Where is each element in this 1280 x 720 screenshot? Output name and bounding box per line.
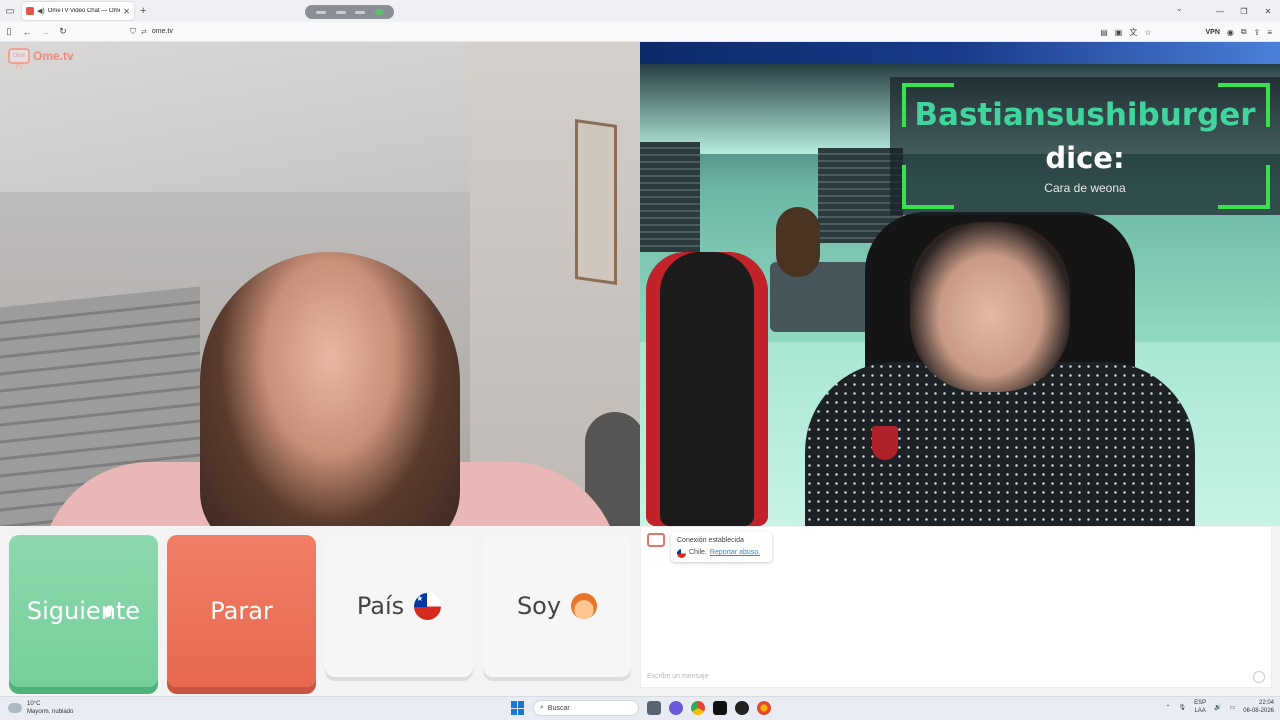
firefox-icon[interactable]: [757, 701, 771, 715]
weather-description: Mayorm. nublado: [27, 709, 74, 715]
capcut-icon[interactable]: [713, 701, 727, 715]
back-arrow-icon[interactable]: ←: [18, 27, 36, 37]
alert-says: dice:: [1045, 141, 1125, 175]
menu-icon[interactable]: ≡: [1267, 28, 1272, 37]
search-icon: ⌕: [540, 704, 544, 711]
windows-start-icon[interactable]: [511, 701, 525, 715]
screen-share-indicator[interactable]: [305, 5, 394, 19]
sidebar-toggle-icon[interactable]: ▭: [0, 0, 20, 22]
chile-flag-small-icon: [677, 548, 686, 558]
permissions-icon[interactable]: ⇄: [141, 28, 147, 36]
tab-title: OmeTV Video Chat — Ome: [47, 8, 121, 14]
browser-tab-bar: ▭ ◀) OmeTV Video Chat — Ome ✕ +: [0, 0, 1280, 22]
weather-temperature: 10°C: [27, 701, 41, 707]
next-button-label: Siguiente: [26, 597, 141, 625]
remote-user: [910, 222, 1070, 392]
browser-nav-bar: ▯ ← → ↻ ⛉ ⇄ ome.tv ▤ ▣ 文 ☆ VPN ◉ ⧉ ⇪ ≡: [0, 22, 1280, 42]
extensions-icon[interactable]: ⧉: [1241, 27, 1247, 37]
tab-close-icon[interactable]: ✕: [123, 7, 130, 16]
restore-button[interactable]: ❐: [1232, 7, 1256, 16]
bookmark-star-icon[interactable]: ☆: [1144, 28, 1151, 37]
gender-button-label: Soy: [516, 592, 562, 620]
taskbar: 10°C Mayorm. nublado ⌕ Buscar ⌃ 🎙 ESP LA…: [0, 696, 1280, 720]
obs-icon[interactable]: [735, 701, 749, 715]
system-message: Conexión establecida Chile. Reportar abu…: [671, 532, 772, 562]
chat-panel: Conexión establecida Chile. Reportar abu…: [640, 526, 1272, 688]
taskbar-search[interactable]: ⌕ Buscar: [533, 700, 639, 716]
speaker-icon[interactable]: ◀): [37, 7, 45, 15]
taskbar-apps: ⌕ Buscar: [511, 700, 771, 716]
gender-select-button[interactable]: Soy: [483, 535, 631, 677]
toolbar-right: ▤ ▣ 文 ☆ VPN ◉ ⧉ ⇪ ≡: [1100, 22, 1272, 42]
emoji-icon[interactable]: [1253, 671, 1265, 683]
share-icon[interactable]: ⇪: [1254, 28, 1261, 37]
logo-text: Ome.tv: [33, 49, 74, 63]
alert-message: Cara de weona: [1044, 181, 1126, 195]
clock-date: 06-08-2026: [1243, 708, 1274, 714]
window-controls: — ❐ ✕: [1208, 0, 1280, 22]
connection-status: Conexión establecida: [677, 537, 744, 544]
next-button[interactable]: Siguiente: [9, 535, 158, 687]
stop-button-label: Parar: [210, 597, 273, 625]
stream-alert-overlay: Bastiansushiburger dice: Cara de weona: [890, 77, 1280, 215]
tv-logo-icon: Ome TV: [8, 48, 30, 71]
vpn-button[interactable]: VPN: [1206, 29, 1220, 36]
tab-list-chevron-icon[interactable]: ⌄: [1176, 4, 1183, 13]
reload-icon[interactable]: ↻: [54, 26, 72, 37]
message-input[interactable]: Escribe un mensaje: [647, 673, 708, 680]
cloud-icon: [8, 703, 22, 713]
crest-icon: [872, 426, 898, 460]
shield-icon[interactable]: ⛉: [130, 27, 136, 37]
weather-widget[interactable]: 10°C Mayorm. nublado: [8, 700, 73, 716]
local-video: Ome TV Ome.tv: [0, 42, 640, 526]
minimize-button[interactable]: —: [1208, 7, 1232, 16]
reader-view-icon[interactable]: ▤: [1100, 28, 1108, 37]
screenshot-icon[interactable]: ▣: [1115, 28, 1123, 37]
forward-arrow-icon[interactable]: →: [36, 27, 54, 37]
ometv-logo: Ome TV Ome.tv: [8, 48, 74, 71]
clock[interactable]: 22:04 06-08-2026: [1243, 699, 1274, 715]
volume-icon[interactable]: 🔊: [1214, 704, 1221, 711]
search-label: Buscar: [547, 704, 570, 712]
window-blinds-left: [640, 142, 700, 252]
report-abuse-link[interactable]: Reportar abuso.: [710, 547, 760, 559]
chile-flag-icon: [414, 592, 442, 620]
new-tab-button[interactable]: +: [140, 5, 146, 17]
battery-icon[interactable]: ▭: [1230, 704, 1236, 711]
stop-button[interactable]: Parar: [167, 535, 316, 687]
wall-picture: [575, 119, 617, 285]
close-window-button[interactable]: ✕: [1256, 7, 1280, 16]
app-icon-1[interactable]: [669, 701, 683, 715]
gaming-chair: [646, 252, 768, 526]
ometv-favicon-icon: [26, 7, 34, 15]
country-filter-button[interactable]: País: [325, 535, 473, 677]
system-tray: ⌃ 🎙 ESP LAA 🔊 ▭ 22:04 06-08-2026: [1165, 699, 1274, 715]
mic-icon[interactable]: 🎙: [1179, 704, 1187, 711]
plush-monkey: [776, 207, 820, 277]
remote-video: Bastiansushiburger dice: Cara de weona: [640, 42, 1280, 526]
country-button-label: País: [356, 592, 405, 620]
language-indicator[interactable]: ESP LAA: [1194, 699, 1206, 715]
partner-country: Chile.: [689, 549, 707, 556]
account-icon[interactable]: ◉: [1227, 28, 1234, 37]
address-bar[interactable]: ⛉ ⇄ ome.tv: [130, 27, 173, 37]
local-user: [200, 252, 460, 526]
sidebar-icon[interactable]: ▯: [0, 26, 18, 37]
ometv-avatar-icon: [647, 533, 665, 547]
control-panel: Siguiente Parar País Soy: [0, 526, 640, 692]
alert-username: Bastiansushiburger: [914, 97, 1256, 133]
file-explorer-icon[interactable]: [647, 701, 661, 715]
chrome-icon[interactable]: [691, 701, 705, 715]
browser-tab[interactable]: ◀) OmeTV Video Chat — Ome ✕: [22, 2, 134, 20]
boy-icon: [571, 593, 598, 619]
url-text[interactable]: ome.tv: [152, 28, 173, 35]
translate-icon[interactable]: 文: [1129, 27, 1137, 38]
clock-time: 22:04: [1258, 700, 1274, 706]
tray-chevron-icon[interactable]: ⌃: [1165, 704, 1170, 711]
